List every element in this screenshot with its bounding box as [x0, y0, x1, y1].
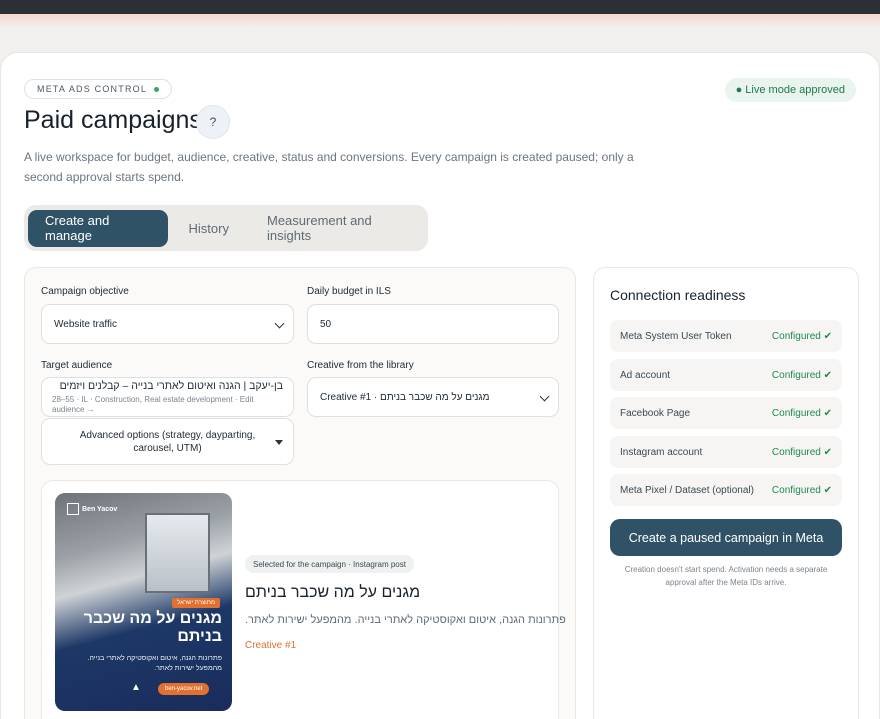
- live-mode-badge: ● Live mode approved: [724, 78, 856, 102]
- section-badge-label: META ADS CONTROL: [37, 84, 148, 94]
- creative-value: Creative #1 · מגנים על מה שכבר בניתם: [320, 391, 490, 403]
- tab-bar: Create and manage History Measurement an…: [24, 205, 428, 251]
- poster-headline: מגנים על מה שכבר בניתם: [83, 610, 222, 645]
- selected-badge: Selected for the campaign · Instagram po…: [245, 555, 414, 573]
- top-glow: [0, 14, 880, 28]
- readiness-item-label: Ad account: [620, 369, 671, 381]
- poster-window-graphic: [145, 513, 210, 593]
- creative-poster-image: Ben Yacov מתוצרת ישראל מגנים על מה שכבר …: [55, 493, 232, 711]
- objective-label: Campaign objective: [41, 286, 129, 297]
- advanced-options-label: Advanced options (strategy, dayparting, …: [79, 429, 256, 454]
- readiness-item-label: Instagram account: [620, 446, 703, 458]
- poster-mark-icon: ▲: [131, 682, 141, 693]
- creative-description: פתרונות הגנה, איטום ואקוסטיקה לאתרי בניי…: [245, 614, 566, 626]
- readiness-item-label: Meta Pixel / Dataset (optional): [620, 484, 754, 496]
- create-paused-campaign-button[interactable]: Create a paused campaign in Meta: [610, 519, 842, 556]
- poster-logo: Ben Yacov: [67, 503, 117, 515]
- readiness-item: Meta System User Token Configured ✔: [610, 320, 842, 352]
- readiness-item-status: Configured ✔: [771, 446, 832, 458]
- chevron-down-icon: [539, 391, 550, 402]
- readiness-item-status: Configured ✔: [771, 369, 832, 381]
- readiness-item: Meta Pixel / Dataset (optional) Configure…: [610, 474, 842, 506]
- creative-select[interactable]: Creative #1 · מגנים על מה שכבר בניתם: [307, 377, 559, 417]
- poster-logo-icon: [67, 503, 79, 515]
- budget-input[interactable]: 50: [307, 304, 559, 344]
- budget-label: Daily budget in ILS: [307, 286, 391, 297]
- readiness-item-label: Meta System User Token: [620, 330, 732, 342]
- page-title: Paid campaigns: [24, 106, 202, 134]
- budget-value: 50: [320, 318, 332, 330]
- tab-measurement-insights[interactable]: Measurement and insights: [250, 210, 424, 247]
- creation-note: Creation doesn't start spend. Activation…: [624, 565, 828, 587]
- poster-tag: מתוצרת ישראל: [172, 598, 220, 608]
- tab-history[interactable]: History: [172, 210, 246, 247]
- audience-name: בן-יעקב | הגנה ואיטום לאתרי בנייה – קבלנ…: [59, 380, 283, 392]
- audience-meta[interactable]: 28–55 · IL · Construction, Real estate d…: [52, 395, 283, 415]
- creative-title: מגנים על מה שכבר בניתם: [245, 584, 421, 601]
- readiness-item-label: Facebook Page: [620, 407, 691, 419]
- chevron-down-icon: [274, 318, 285, 329]
- browser-top-bar: [0, 0, 880, 14]
- readiness-item: Ad account Configured ✔: [610, 359, 842, 391]
- poster-brand: Ben Yacov: [82, 505, 118, 513]
- readiness-item: Instagram account Configured ✔: [610, 436, 842, 468]
- creative-label: Creative from the library: [307, 360, 414, 371]
- objective-value: Website traffic: [54, 318, 117, 330]
- page-subtitle: A live workspace for budget, audience, c…: [24, 150, 634, 184]
- readiness-item-status: Configured ✔: [771, 330, 832, 342]
- tab-create-and-manage[interactable]: Create and manage: [28, 209, 168, 247]
- help-button[interactable]: ?: [196, 105, 230, 139]
- creative-number: Creative #1: [245, 640, 297, 651]
- audience-label: Target audience: [41, 360, 113, 371]
- readiness-item: Facebook Page Configured ✔: [610, 397, 842, 429]
- readiness-title: Connection readiness: [610, 287, 746, 303]
- readiness-item-status: Configured ✔: [771, 407, 832, 419]
- advanced-options-toggle[interactable]: Advanced options (strategy, dayparting, …: [41, 418, 294, 465]
- poster-description: פתרונות הגנה, איטום ואקוסטיקה לאתרי בניי…: [87, 655, 222, 672]
- readiness-item-status: Configured ✔: [771, 484, 832, 496]
- section-badge: META ADS CONTROL: [24, 79, 173, 99]
- audience-select[interactable]: בן-יעקב | הגנה ואיטום לאתרי בנייה – קבלנ…: [41, 377, 294, 417]
- caret-down-icon: [275, 440, 283, 445]
- status-dot-icon: [154, 86, 160, 92]
- poster-url: ben-yacov.net: [158, 683, 210, 695]
- objective-select[interactable]: Website traffic: [41, 304, 294, 344]
